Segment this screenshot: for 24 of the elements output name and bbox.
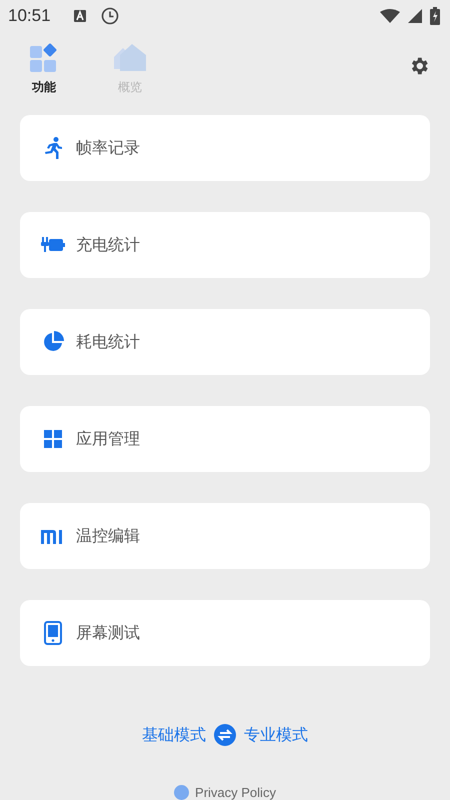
wifi-icon (380, 8, 400, 23)
grid-icon (43, 429, 63, 449)
menu-card[interactable]: 应用管理 (20, 406, 430, 472)
basic-mode-link[interactable]: 基础模式 (142, 724, 206, 746)
menu-card[interactable]: 帧率记录 (20, 115, 430, 181)
menu-card[interactable]: 耗电统计 (20, 309, 430, 375)
tiles-icon (29, 43, 59, 74)
swap-icon (214, 724, 236, 746)
battery-icon (430, 6, 440, 25)
plug-battery-icon (41, 235, 65, 255)
status-time: 10:51 (8, 6, 51, 26)
privacy-policy-link[interactable]: Privacy Policy (195, 785, 276, 800)
font-icon (72, 8, 87, 23)
pie-chart-icon (42, 331, 64, 353)
nav-tab[interactable]: 功能 (20, 41, 68, 98)
house-icon (113, 43, 147, 74)
menu-card[interactable]: 温控编辑 (20, 503, 430, 569)
tablet-icon (43, 621, 63, 645)
pro-mode-link[interactable]: 专业模式 (244, 724, 308, 746)
menu-card[interactable]: 充电统计 (20, 212, 430, 278)
menu-card[interactable]: 屏幕测试 (20, 600, 430, 666)
signal-icon (408, 8, 422, 23)
clock-icon (100, 6, 119, 25)
bars-icon (41, 528, 65, 544)
